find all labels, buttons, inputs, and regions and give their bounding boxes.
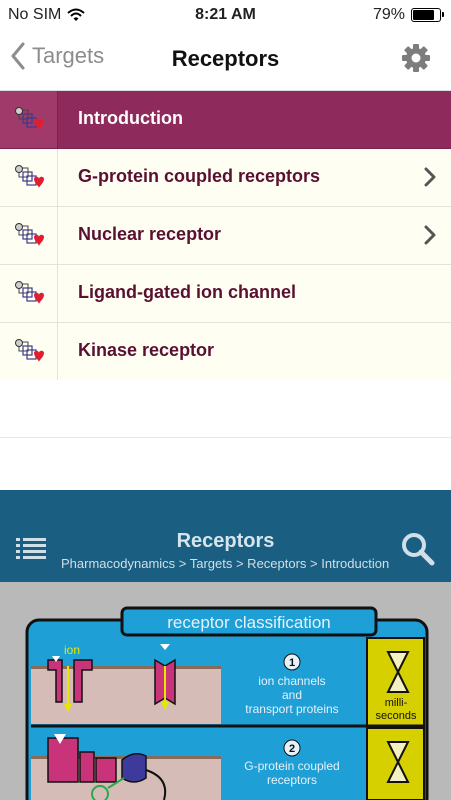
- svg-text:seconds: seconds: [376, 710, 417, 722]
- svg-text:G-protein coupled: G-protein coupled: [244, 759, 339, 773]
- figure-title: receptor classification: [167, 613, 330, 632]
- receptor-icon: [14, 222, 44, 246]
- list-item-kinase-receptor[interactable]: Kinase receptor: [0, 323, 451, 381]
- receptor-classification-figure: receptor classification ion 1 ion channe…: [0, 582, 451, 800]
- list-item-label: Kinase receptor: [78, 340, 215, 360]
- svg-text:1: 1: [289, 657, 295, 669]
- receptor-icon: [14, 164, 44, 188]
- list-item-g-protein-coupled-receptors[interactable]: G-protein coupled receptors: [0, 149, 451, 207]
- back-button-label: Targets: [32, 43, 105, 68]
- receptor-icon: [14, 280, 44, 304]
- receptor-icon: [14, 338, 44, 362]
- topic-list: Introduction G-protein coupled receptors: [0, 91, 451, 381]
- chevron-right-icon: [424, 167, 436, 187]
- chevron-right-icon: [424, 225, 436, 245]
- svg-text:ion channels: ion channels: [258, 674, 325, 688]
- list-empty-area: [0, 380, 451, 438]
- g-protein: [121, 753, 147, 783]
- gear-icon[interactable]: [401, 43, 431, 73]
- list-item-icon-cell: [0, 149, 58, 206]
- list-item-ligand-gated-ion-channel[interactable]: Ligand-gated ion channel: [0, 265, 451, 323]
- receptor-icon: [14, 106, 44, 130]
- time-box-2: [366, 727, 425, 800]
- svg-text:transport proteins: transport proteins: [245, 702, 338, 716]
- list-item-icon-cell: [0, 323, 58, 380]
- battery-icon: [411, 8, 444, 22]
- ion-label: ion: [64, 643, 80, 657]
- content-title: Receptors: [176, 530, 275, 552]
- list-item-label: Ligand-gated ion channel: [78, 282, 297, 302]
- chevron-left-icon: [11, 42, 25, 70]
- empty-row: [0, 380, 451, 438]
- back-button[interactable]: Targets: [10, 42, 104, 70]
- battery-percent: 79%: [372, 6, 405, 23]
- list-item-nuclear-receptor[interactable]: Nuclear receptor: [0, 207, 451, 265]
- list-item-icon-cell: [0, 207, 58, 264]
- list-item-label: Introduction: [78, 108, 183, 128]
- gpcr-receptor: [47, 737, 79, 783]
- content-header: Receptors Pharmacodynamics > Targets > R…: [0, 490, 451, 582]
- battery-indicator: 79%: [372, 6, 444, 24]
- breadcrumb: Pharmacodynamics > Targets > Receptors >…: [61, 556, 390, 571]
- list-item-label: G-protein coupled receptors: [78, 166, 321, 186]
- svg-text:milli-: milli-: [385, 697, 408, 709]
- list-item-label: Nuclear receptor: [78, 224, 222, 244]
- list-item-introduction[interactable]: Introduction: [0, 91, 451, 149]
- navigation-bar: Targets Receptors: [0, 30, 451, 91]
- status-bar: No SIM 8:21 AM 79%: [0, 0, 451, 30]
- svg-text:receptors: receptors: [267, 773, 317, 787]
- svg-text:and: and: [282, 688, 302, 702]
- list-item-icon-cell: [0, 265, 58, 322]
- figure-canvas: receptor classification ion 1 ion channe…: [25, 606, 429, 800]
- svg-text:2: 2: [289, 743, 295, 755]
- list-item-icon-cell: [0, 91, 58, 148]
- search-icon[interactable]: [401, 532, 435, 566]
